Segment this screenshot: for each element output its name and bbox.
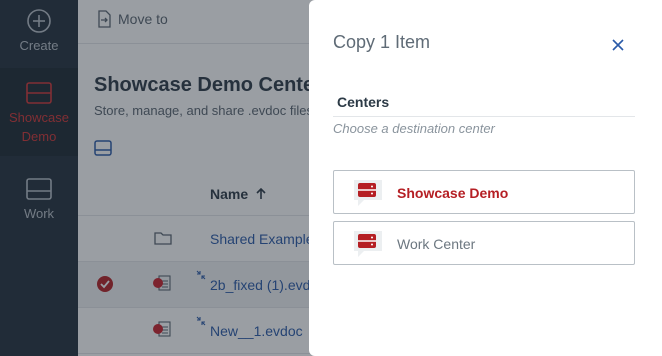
close-icon[interactable] <box>609 36 627 54</box>
divider <box>333 116 635 117</box>
centers-label: Centers <box>337 94 390 110</box>
center-server-icon <box>354 231 382 257</box>
dialog-title: Copy 1 Item <box>333 32 431 52</box>
center-server-icon <box>354 180 382 206</box>
center-option-work-center[interactable]: Work Center <box>333 221 635 265</box>
copy-dialog: Copy 1 Item Centers Choose a destination… <box>309 0 662 356</box>
center-option-label: Work Center <box>397 236 476 252</box>
centers-help-text: Choose a destination center <box>333 121 495 136</box>
center-option-label: Showcase Demo <box>397 185 509 201</box>
center-option-showcase-demo[interactable]: Showcase Demo <box>333 170 635 214</box>
